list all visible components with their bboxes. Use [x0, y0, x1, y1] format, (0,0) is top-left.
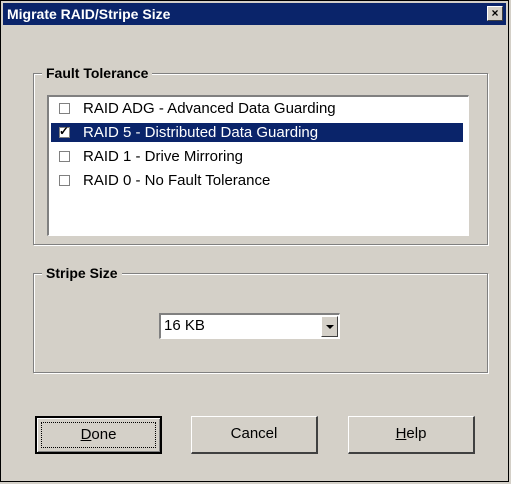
stripe-size-title: Stripe Size — [42, 264, 122, 282]
migrate-raid-dialog: Migrate RAID/Stripe Size × Fault Toleran… — [0, 0, 509, 482]
checkbox-raid-1[interactable] — [59, 151, 70, 162]
close-icon: × — [491, 6, 499, 20]
title-bar[interactable]: Migrate RAID/Stripe Size × — [3, 3, 506, 25]
stripe-size-group: Stripe Size 16 KB — [33, 264, 488, 373]
list-item-raid-1[interactable]: RAID 1 - Drive Mirroring — [51, 147, 463, 166]
help-label-rest: elp — [406, 425, 427, 442]
stripe-size-value: 16 KB — [164, 317, 205, 334]
focus-rect — [41, 422, 156, 448]
fault-tolerance-list[interactable]: RAID ADG - Advanced Data Guarding ✓ RAID… — [47, 95, 469, 236]
list-item-label: RAID ADG - Advanced Data Guarding — [83, 100, 336, 117]
checkbox-raid-0[interactable] — [59, 175, 70, 186]
help-button[interactable]: Help — [348, 416, 475, 454]
checkbox-raid-5[interactable]: ✓ — [59, 124, 70, 138]
cancel-label: Cancel — [230, 425, 278, 442]
window-title: Migrate RAID/Stripe Size — [7, 6, 171, 22]
chevron-down-icon — [326, 325, 334, 329]
help-mnemonic: H — [395, 425, 407, 442]
list-item-raid-adg[interactable]: RAID ADG - Advanced Data Guarding — [51, 99, 463, 118]
list-item-raid-0[interactable]: RAID 0 - No Fault Tolerance — [51, 171, 463, 190]
cancel-button[interactable]: Cancel — [191, 416, 318, 454]
dropdown-button[interactable] — [321, 316, 338, 337]
fault-tolerance-group: Fault Tolerance RAID ADG - Advanced Data… — [33, 64, 488, 245]
stripe-size-select[interactable]: 16 KB — [159, 313, 340, 339]
close-button[interactable]: × — [487, 6, 503, 21]
checkbox-raid-adg[interactable] — [59, 103, 70, 114]
list-item-raid-5[interactable]: ✓ RAID 5 - Distributed Data Guarding — [51, 123, 463, 142]
list-item-label: RAID 5 - Distributed Data Guarding — [83, 124, 319, 141]
checkmark-icon: ✓ — [59, 124, 70, 138]
list-item-label: RAID 1 - Drive Mirroring — [83, 148, 244, 165]
list-item-label: RAID 0 - No Fault Tolerance — [83, 172, 271, 189]
fault-tolerance-title: Fault Tolerance — [42, 64, 153, 82]
done-button[interactable]: Done — [35, 416, 162, 454]
